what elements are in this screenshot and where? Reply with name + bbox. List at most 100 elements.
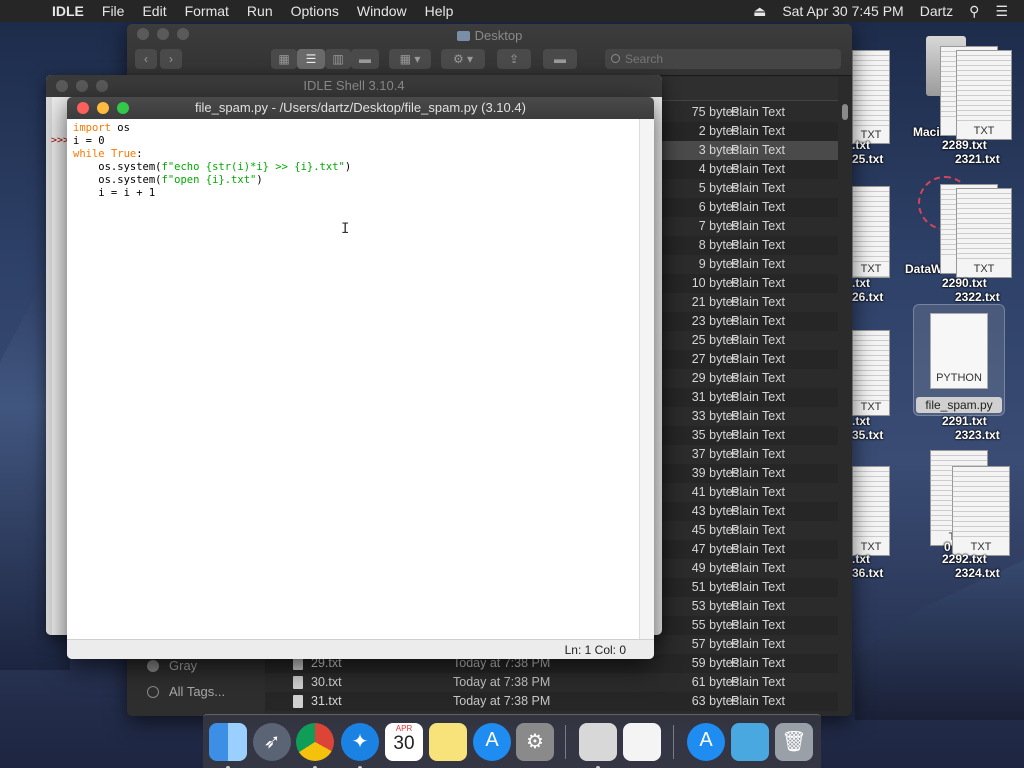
- menu-options[interactable]: Options: [291, 3, 339, 19]
- spotlight-search-icon[interactable]: ⚲: [969, 3, 979, 20]
- txt-file-icon[interactable]: TXT: [852, 466, 890, 556]
- system-preferences-dock-icon[interactable]: ⚙: [516, 723, 554, 761]
- txt-file-icon[interactable]: TXT: [952, 466, 1010, 556]
- icon-view-button[interactable]: ▦: [271, 49, 297, 69]
- python-launcher-dock-icon[interactable]: [579, 723, 617, 768]
- search-input[interactable]: Search: [605, 49, 841, 69]
- file-size: 6 bytes: [698, 200, 739, 214]
- txt-file-name[interactable]: 36.txt: [852, 566, 883, 580]
- table-row[interactable]: 30.txt Today at 7:38 PM 61 bytes Plain Text: [265, 673, 838, 692]
- txt-file-icon[interactable]: TXT: [852, 50, 890, 144]
- txt-file-icon[interactable]: TXT: [852, 330, 890, 416]
- datawrangler-label[interactable]: DataW: [905, 262, 942, 276]
- shell-gutter: [46, 97, 52, 635]
- txt-file-icon[interactable]: TXT: [956, 50, 1012, 140]
- txt-file-name[interactable]: 25.txt: [852, 152, 883, 166]
- downloads-folder-dock-icon[interactable]: [731, 723, 769, 761]
- file-kind: Plain Text: [731, 200, 785, 214]
- menu-window[interactable]: Window: [357, 3, 407, 19]
- tags-button[interactable]: ▬: [543, 49, 577, 69]
- clock[interactable]: Sat Apr 30 7:45 PM: [782, 3, 903, 19]
- txt-file-name[interactable]: 2292.txt: [942, 552, 987, 566]
- txt-file-name[interactable]: 2324.txt: [955, 566, 1000, 580]
- applications-folder-dock-icon[interactable]: A: [687, 723, 725, 761]
- txt-file-name[interactable]: .txt: [852, 552, 870, 566]
- txt-file-name[interactable]: .txt: [852, 276, 870, 290]
- user-menu[interactable]: Dartz: [920, 3, 953, 19]
- calendar-dock-icon[interactable]: APR 30: [385, 723, 423, 761]
- menu-format[interactable]: Format: [185, 3, 229, 19]
- python-doc-icon: PYTHON: [930, 313, 988, 389]
- file-kind: Plain Text: [731, 466, 785, 480]
- shell-title: IDLE Shell 3.10.4: [303, 78, 405, 93]
- menu-run[interactable]: Run: [247, 3, 273, 19]
- file-size: 2 bytes: [698, 124, 739, 138]
- notes-dock-icon[interactable]: [429, 723, 467, 761]
- file-size: 8 bytes: [698, 238, 739, 252]
- txt-file-name[interactable]: 2323.txt: [955, 428, 1000, 442]
- action-gear-button[interactable]: ⚙ ▾: [441, 49, 485, 69]
- safari-dock-icon[interactable]: ✦: [341, 723, 379, 768]
- python-file-name[interactable]: file_spam.py: [916, 397, 1002, 413]
- sidebar-item-gray[interactable]: Gray: [147, 658, 197, 673]
- zoom-button[interactable]: [117, 102, 129, 114]
- table-row[interactable]: 31.txt Today at 7:38 PM 63 bytes Plain Text: [265, 692, 838, 711]
- file-size: 7 bytes: [698, 219, 739, 233]
- list-view-button[interactable]: ☰: [297, 49, 325, 69]
- txt-file-name[interactable]: 2290.txt: [942, 276, 987, 290]
- txt-file-name[interactable]: .txt: [852, 138, 870, 152]
- text-document-dock-icon[interactable]: [623, 723, 661, 761]
- txt-file-name[interactable]: 2322.txt: [955, 290, 1000, 304]
- file-kind: Plain Text: [731, 618, 785, 632]
- txt-file-icon[interactable]: TXT: [852, 186, 890, 278]
- finder-dock-icon[interactable]: [209, 723, 247, 768]
- editor-titlebar: file_spam.py - /Users/dartz/Desktop/file…: [67, 97, 654, 119]
- menu-file[interactable]: File: [102, 3, 125, 19]
- dock-separator: [673, 725, 674, 759]
- back-button[interactable]: ‹: [135, 49, 157, 69]
- notification-center-icon[interactable]: ☰: [995, 3, 1008, 20]
- forward-button[interactable]: ›: [160, 49, 182, 69]
- editor-scrollbar[interactable]: [639, 119, 654, 639]
- zoom-button[interactable]: [96, 80, 108, 92]
- file-kind: Plain Text: [731, 694, 785, 708]
- group-by-button[interactable]: ▦ ▾: [389, 49, 431, 69]
- file-kind: Plain Text: [731, 295, 785, 309]
- file-size: 23 bytes: [691, 314, 739, 328]
- code-editor[interactable]: import os i = 0 while True: os.system(f"…: [67, 119, 639, 639]
- txt-file-name[interactable]: 2291.txt: [942, 414, 987, 428]
- txt-file-name[interactable]: 2289.txt: [942, 138, 987, 152]
- column-view-button[interactable]: ▥: [325, 49, 351, 69]
- file-size: 37 bytes: [691, 447, 739, 461]
- file-name: 30.txt: [311, 675, 342, 689]
- close-button[interactable]: [56, 80, 68, 92]
- minimize-button[interactable]: [97, 102, 109, 114]
- txt-file-icon[interactable]: TXT: [956, 188, 1012, 278]
- editor-status-bar: Ln: 1 Col: 0: [67, 639, 654, 659]
- scroll-thumb[interactable]: [842, 104, 848, 120]
- share-button[interactable]: ⇪: [497, 49, 531, 69]
- menu-edit[interactable]: Edit: [142, 3, 166, 19]
- gallery-view-button[interactable]: ▬: [351, 49, 379, 69]
- eject-icon[interactable]: ⏏: [753, 3, 766, 20]
- app-store-dock-icon[interactable]: A: [473, 723, 511, 761]
- launchpad-dock-icon[interactable]: ➶: [253, 723, 291, 761]
- text-file-icon: [293, 676, 303, 689]
- app-menu[interactable]: IDLE: [52, 3, 84, 19]
- file-size: 5 bytes: [698, 181, 739, 195]
- txt-file-name[interactable]: 2321.txt: [955, 152, 1000, 166]
- trash-dock-icon[interactable]: 🗑: [775, 723, 813, 761]
- python-file-icon[interactable]: PYTHON file_spam.py: [913, 304, 1005, 416]
- finder-scrollbar[interactable]: [840, 102, 850, 702]
- chrome-dock-icon[interactable]: [296, 723, 334, 768]
- code-token: ): [256, 174, 263, 186]
- txt-file-name[interactable]: 35.txt: [852, 428, 883, 442]
- finder-title: Desktop: [127, 28, 852, 43]
- minimize-button[interactable]: [76, 80, 88, 92]
- menu-help[interactable]: Help: [425, 3, 454, 19]
- close-button[interactable]: [77, 102, 89, 114]
- txt-file-name[interactable]: 26.txt: [852, 290, 883, 304]
- txt-file-name[interactable]: .txt: [852, 414, 870, 428]
- sidebar-item-all-tags[interactable]: All Tags...: [147, 684, 225, 699]
- file-kind: Plain Text: [731, 276, 785, 290]
